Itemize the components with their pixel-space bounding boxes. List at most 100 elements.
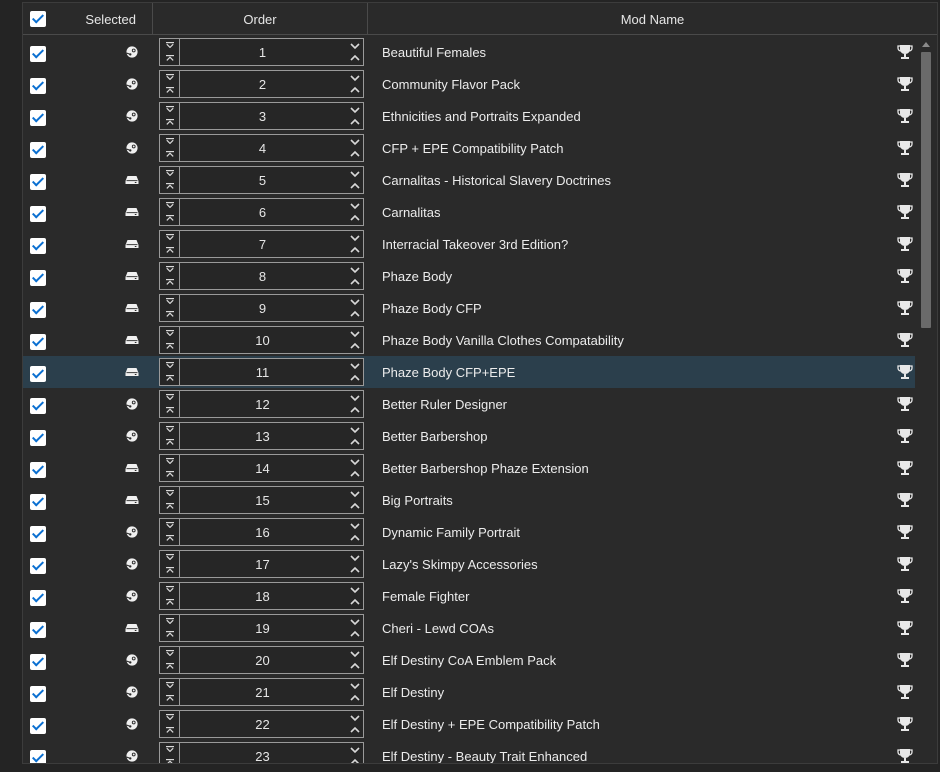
- trophy-icon[interactable]: [897, 684, 913, 700]
- order-value[interactable]: 8: [180, 263, 345, 289]
- order-value[interactable]: 11: [180, 359, 345, 385]
- move-to-bottom-icon[interactable]: [166, 247, 174, 253]
- mod-selected-checkbox[interactable]: [30, 558, 46, 574]
- order-spinbox[interactable]: 21: [159, 678, 364, 706]
- chevron-down-icon[interactable]: [350, 362, 360, 370]
- move-to-top-icon[interactable]: [166, 394, 174, 400]
- move-to-top-icon[interactable]: [166, 682, 174, 688]
- mod-selected-checkbox[interactable]: [30, 302, 46, 318]
- move-to-bottom-icon[interactable]: [166, 375, 174, 381]
- move-to-top-icon[interactable]: [166, 330, 174, 336]
- mod-row[interactable]: 9 Phaze Body CFP: [23, 292, 915, 324]
- trophy-icon[interactable]: [897, 236, 913, 252]
- chevron-up-icon[interactable]: [350, 246, 360, 254]
- trophy-icon[interactable]: [897, 300, 913, 316]
- move-to-top-icon[interactable]: [166, 202, 174, 208]
- move-to-top-icon[interactable]: [166, 74, 174, 80]
- move-to-bottom-icon[interactable]: [166, 503, 174, 509]
- mod-selected-checkbox[interactable]: [30, 78, 46, 94]
- mod-row[interactable]: 6 Carnalitas: [23, 196, 915, 228]
- trophy-icon[interactable]: [897, 652, 913, 668]
- move-to-bottom-icon[interactable]: [166, 567, 174, 573]
- chevron-up-icon[interactable]: [350, 342, 360, 350]
- move-to-top-icon[interactable]: [166, 138, 174, 144]
- order-spinbox[interactable]: 2: [159, 70, 364, 98]
- trophy-icon[interactable]: [897, 620, 913, 636]
- order-value[interactable]: 12: [180, 391, 345, 417]
- chevron-up-icon[interactable]: [350, 726, 360, 734]
- chevron-up-icon[interactable]: [350, 150, 360, 158]
- chevron-up-icon[interactable]: [350, 598, 360, 606]
- move-to-top-icon[interactable]: [166, 266, 174, 272]
- mod-row[interactable]: 11 Phaze Body CFP+EPE: [23, 356, 915, 388]
- chevron-up-icon[interactable]: [350, 86, 360, 94]
- order-value[interactable]: 21: [180, 679, 345, 705]
- order-value[interactable]: 3: [180, 103, 345, 129]
- mod-row[interactable]: 2 Community Flavor Pack: [23, 68, 915, 100]
- trophy-icon[interactable]: [897, 716, 913, 732]
- chevron-up-icon[interactable]: [350, 694, 360, 702]
- order-spinbox[interactable]: 9: [159, 294, 364, 322]
- order-value[interactable]: 17: [180, 551, 345, 577]
- mod-selected-checkbox[interactable]: [30, 110, 46, 126]
- order-spinbox[interactable]: 16: [159, 518, 364, 546]
- order-spinbox[interactable]: 12: [159, 390, 364, 418]
- mod-row[interactable]: 5 Carnalitas - Historical Slavery Doctri…: [23, 164, 915, 196]
- trophy-icon[interactable]: [897, 172, 913, 188]
- move-to-top-icon[interactable]: [166, 746, 174, 752]
- mod-selected-checkbox[interactable]: [30, 622, 46, 638]
- order-spinbox[interactable]: 18: [159, 582, 364, 610]
- chevron-down-icon[interactable]: [350, 714, 360, 722]
- order-value[interactable]: 9: [180, 295, 345, 321]
- mod-row[interactable]: 22 Elf Destiny + EPE Compatibility Patch: [23, 708, 915, 740]
- chevron-down-icon[interactable]: [350, 106, 360, 114]
- mod-row[interactable]: 23 Elf Destiny - Beauty Trait Enhanced: [23, 740, 915, 764]
- mod-row[interactable]: 7 Interracial Takeover 3rd Edition?: [23, 228, 915, 260]
- order-spinbox[interactable]: 10: [159, 326, 364, 354]
- move-to-top-icon[interactable]: [166, 458, 174, 464]
- trophy-icon[interactable]: [897, 748, 913, 764]
- chevron-down-icon[interactable]: [350, 330, 360, 338]
- move-to-top-icon[interactable]: [166, 426, 174, 432]
- move-to-bottom-icon[interactable]: [166, 631, 174, 637]
- mod-selected-checkbox[interactable]: [30, 238, 46, 254]
- move-to-bottom-icon[interactable]: [166, 119, 174, 125]
- mod-row[interactable]: 4 CFP + EPE Compatibility Patch: [23, 132, 915, 164]
- chevron-down-icon[interactable]: [350, 138, 360, 146]
- trophy-icon[interactable]: [897, 268, 913, 284]
- order-spinbox[interactable]: 4: [159, 134, 364, 162]
- move-to-top-icon[interactable]: [166, 522, 174, 528]
- mod-row[interactable]: 21 Elf Destiny: [23, 676, 915, 708]
- order-value[interactable]: 18: [180, 583, 345, 609]
- order-value[interactable]: 1: [180, 39, 345, 65]
- move-to-bottom-icon[interactable]: [166, 55, 174, 61]
- chevron-down-icon[interactable]: [350, 298, 360, 306]
- chevron-up-icon[interactable]: [350, 758, 360, 764]
- move-to-bottom-icon[interactable]: [166, 535, 174, 541]
- mod-row[interactable]: 16 Dynamic Family Portrait: [23, 516, 915, 548]
- chevron-up-icon[interactable]: [350, 310, 360, 318]
- chevron-up-icon[interactable]: [350, 630, 360, 638]
- order-value[interactable]: 5: [180, 167, 345, 193]
- mod-selected-checkbox[interactable]: [30, 590, 46, 606]
- order-value[interactable]: 7: [180, 231, 345, 257]
- chevron-up-icon[interactable]: [350, 406, 360, 414]
- chevron-up-icon[interactable]: [350, 54, 360, 62]
- order-value[interactable]: 6: [180, 199, 345, 225]
- order-value[interactable]: 2: [180, 71, 345, 97]
- mod-row[interactable]: 20 Elf Destiny CoA Emblem Pack: [23, 644, 915, 676]
- move-to-bottom-icon[interactable]: [166, 407, 174, 413]
- chevron-down-icon[interactable]: [350, 170, 360, 178]
- mod-row[interactable]: 13 Better Barbershop: [23, 420, 915, 452]
- move-to-bottom-icon[interactable]: [166, 215, 174, 221]
- order-spinbox[interactable]: 14: [159, 454, 364, 482]
- trophy-icon[interactable]: [897, 492, 913, 508]
- move-to-bottom-icon[interactable]: [166, 663, 174, 669]
- move-to-top-icon[interactable]: [166, 362, 174, 368]
- mod-selected-checkbox[interactable]: [30, 686, 46, 702]
- move-to-bottom-icon[interactable]: [166, 279, 174, 285]
- chevron-up-icon[interactable]: [350, 470, 360, 478]
- mod-row[interactable]: 12 Better Ruler Designer: [23, 388, 915, 420]
- mod-selected-checkbox[interactable]: [30, 462, 46, 478]
- chevron-down-icon[interactable]: [350, 490, 360, 498]
